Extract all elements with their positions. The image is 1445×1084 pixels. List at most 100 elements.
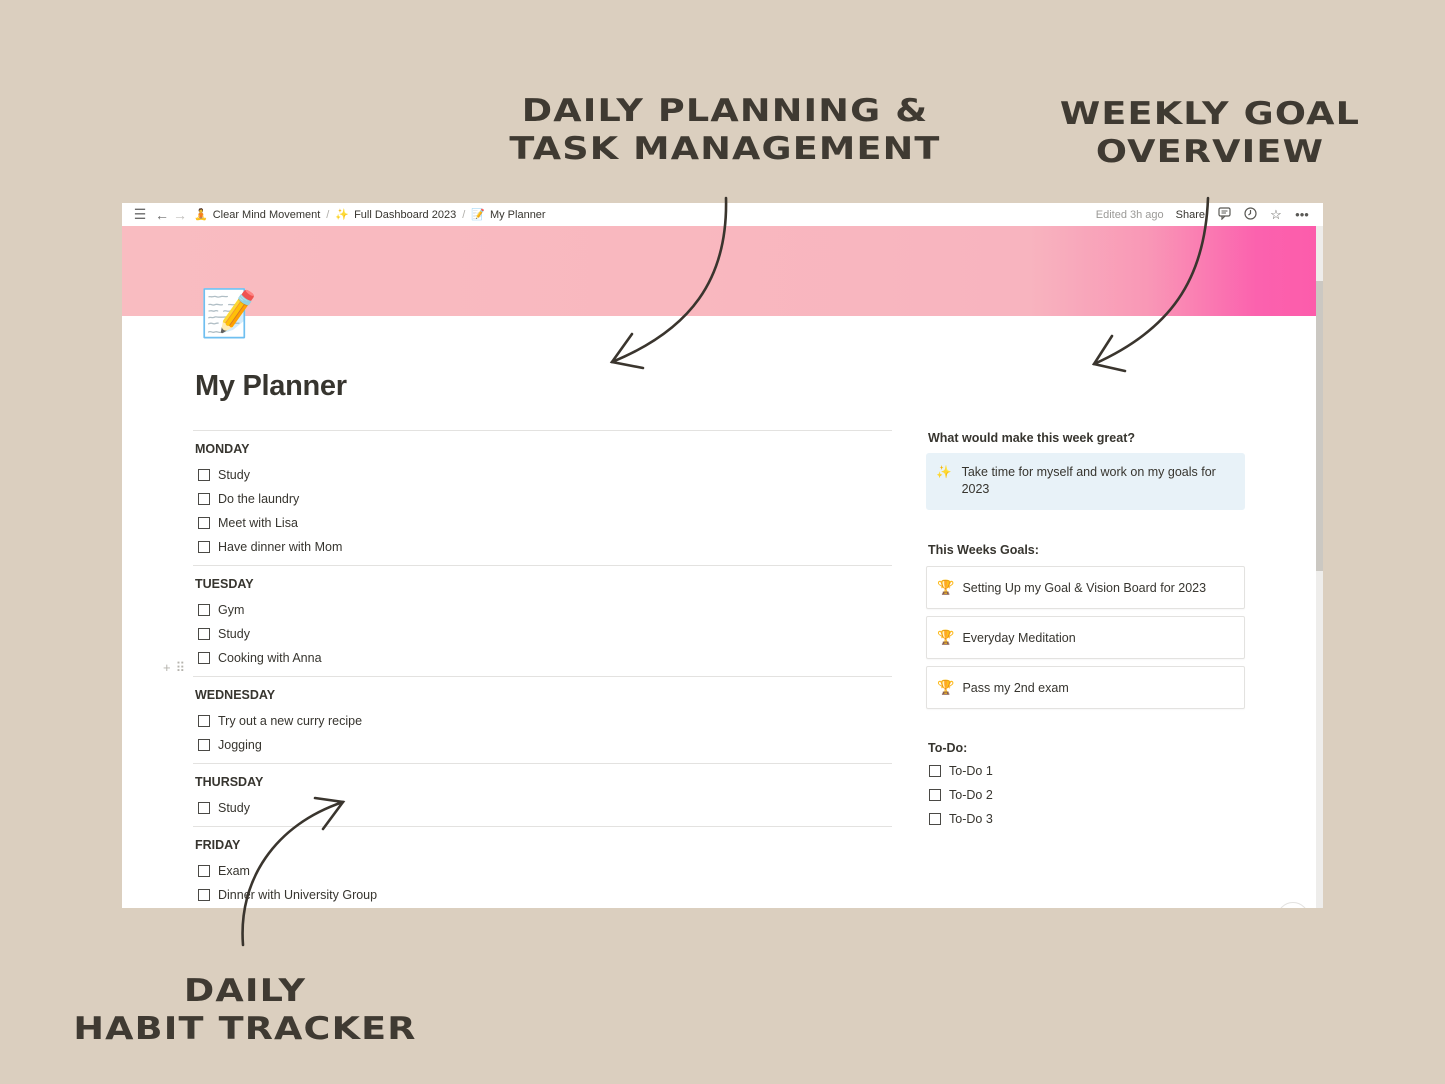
checkbox[interactable] (198, 739, 210, 751)
day-heading: TUESDAY (195, 577, 254, 591)
breadcrumb-separator: / (326, 208, 330, 221)
edited-timestamp: Edited 3h ago (1095, 208, 1164, 221)
todo-item[interactable]: To-Do 1 (926, 759, 1245, 783)
callout-line: DAILY PLANNING & (521, 93, 929, 129)
callout-line: WEEKLY GOAL (1059, 96, 1361, 132)
todo-item[interactable]: Do the laundry (193, 487, 892, 511)
todo-label: Cooking with Anna (218, 651, 322, 665)
drag-handle-icon[interactable]: ⠿ (176, 660, 186, 676)
todo-label: Gym (218, 603, 245, 617)
callout-daily-planning: DAILY PLANNING & TASK MANAGEMENT (483, 92, 967, 168)
trophy-icon: 🏆 (937, 629, 955, 645)
goal-card[interactable]: 🏆 Setting Up my Goal & Vision Board for 2… (926, 566, 1245, 609)
todo-item[interactable]: Have dinner with Mom (193, 535, 892, 559)
topbar-actions: Edited 3h ago Share ☆ ••• (1096, 207, 1323, 223)
todo-item[interactable]: Study (193, 463, 892, 487)
breadcrumb-item[interactable]: 📝 My Planner (468, 208, 548, 222)
todo-item[interactable]: Cooking with Anna (193, 646, 892, 670)
star-icon[interactable]: ☆ (1269, 207, 1283, 223)
breadcrumb-item[interactable]: 🧘 Clear Mind Movement (191, 208, 323, 222)
clock-icon[interactable] (1243, 206, 1257, 223)
checkbox[interactable] (198, 889, 210, 901)
block-handle[interactable]: + ⠿ (163, 660, 185, 676)
todo-label: Jogging (218, 738, 262, 752)
add-block-icon[interactable]: + (163, 660, 171, 676)
goal-card[interactable]: 🏆 Everyday Meditation (926, 616, 1245, 659)
meditation-icon: 🧘 (194, 209, 208, 221)
checkbox[interactable] (198, 604, 210, 616)
weekly-answer[interactable]: Take time for myself and work on my goal… (962, 464, 1235, 498)
goal-label: Pass my 2nd exam (962, 680, 1069, 695)
sparkles-icon: ✨ (335, 209, 350, 221)
page-title[interactable]: My Planner (195, 370, 347, 403)
forward-arrow-icon[interactable]: → (171, 207, 189, 223)
todo-item[interactable]: To-Do 2 (926, 783, 1245, 807)
day-block-tuesday: TUESDAY Gym Study Cooking with Anna (193, 565, 892, 676)
notion-window: ☰ ← → 🧘 Clear Mind Movement / ✨ Full Das… (122, 203, 1323, 908)
todo-label: To-Do: (928, 741, 968, 755)
daily-planner: MONDAY Study Do the laundry Meet with Lisa H… (193, 430, 892, 908)
checkbox[interactable] (198, 652, 210, 664)
comment-icon[interactable] (1217, 206, 1231, 223)
help-button[interactable] (1277, 902, 1309, 908)
todo-label: Dinner with University Group (218, 888, 378, 902)
page-icon-memo[interactable]: 📝 (200, 284, 257, 342)
more-icon[interactable]: ••• (1295, 207, 1309, 222)
todo-item[interactable]: Dinner with University Group (193, 883, 892, 907)
back-arrow-icon[interactable]: ← (153, 207, 171, 223)
todo-item[interactable]: Try out a new curry recipe (193, 709, 892, 733)
todo-label: Do the laundry (218, 492, 300, 506)
todo-label: To-Do 2 (949, 788, 993, 802)
todo-item[interactable]: Gym (193, 598, 892, 622)
checkbox[interactable] (198, 802, 210, 814)
cover-image[interactable] (122, 226, 1316, 316)
todo-label: Study (218, 627, 250, 641)
day-block-friday: FRIDAY Exam Dinner with University Group (193, 826, 892, 908)
checkbox[interactable] (198, 715, 210, 727)
trophy-icon: 🏆 (937, 679, 955, 695)
day-block-wednesday: WEDNESDAY Try out a new curry recipe Joggi… (193, 676, 892, 763)
todo-label: Have dinner with Mom (218, 540, 343, 554)
breadcrumb-label: Clear Mind Movement (212, 208, 321, 221)
todo-label: Study (218, 468, 250, 482)
goal-card[interactable]: 🏆 Pass my 2nd exam (926, 666, 1245, 709)
topbar: ☰ ← → 🧘 Clear Mind Movement / ✨ Full Das… (122, 203, 1323, 226)
callout-habit-tracker: DAILY HABIT TRACKER (50, 972, 439, 1048)
checkbox[interactable] (929, 813, 941, 825)
todo-label: Meet with Lisa (218, 516, 298, 530)
todo-label: Try out a new curry recipe (218, 714, 363, 728)
checkbox[interactable] (198, 865, 210, 877)
scrollbar[interactable] (1316, 226, 1323, 908)
todo-item[interactable]: Exam (193, 859, 892, 883)
todo-label: To-Do 1 (949, 764, 993, 778)
checkbox[interactable] (929, 765, 941, 777)
day-heading: MONDAY (195, 442, 250, 456)
todo-list: To-Do 1 To-Do 2 To-Do 3 (926, 759, 1245, 831)
todo-item[interactable]: Study (193, 796, 892, 820)
callout-weekly-goal: WEEKLY GOAL OVERVIEW (1033, 95, 1387, 171)
todo-item[interactable]: Study (193, 622, 892, 646)
checkbox[interactable] (198, 469, 210, 481)
checkbox[interactable] (198, 493, 210, 505)
weekly-callout[interactable]: ✨ Take time for myself and work on my go… (926, 453, 1245, 510)
todo-item[interactable]: To-Do 3 (926, 807, 1245, 831)
breadcrumb-label: My Planner (489, 208, 546, 221)
menu-icon[interactable]: ☰ (131, 206, 149, 223)
callout-line: DAILY (183, 973, 307, 1009)
trophy-icon: 🏆 (937, 579, 955, 595)
todo-item[interactable]: Jogging (193, 733, 892, 757)
checkbox[interactable] (198, 541, 210, 553)
checkbox[interactable] (198, 628, 210, 640)
goal-label: Everyday Meditation (962, 630, 1076, 645)
checkbox[interactable] (929, 789, 941, 801)
day-heading: WEDNESDAY (195, 688, 276, 702)
scrollbar-thumb[interactable] (1316, 281, 1323, 571)
todo-label: Exam (218, 864, 250, 878)
share-button[interactable]: Share (1176, 209, 1205, 221)
callout-line: OVERVIEW (1095, 134, 1325, 170)
breadcrumb-item[interactable]: ✨ Full Dashboard 2023 (332, 208, 459, 222)
checkbox[interactable] (198, 517, 210, 529)
todo-label: Study (218, 801, 250, 815)
todo-item[interactable]: Meet with Lisa (193, 511, 892, 535)
goals-label: This Weeks Goals: (928, 543, 1039, 557)
